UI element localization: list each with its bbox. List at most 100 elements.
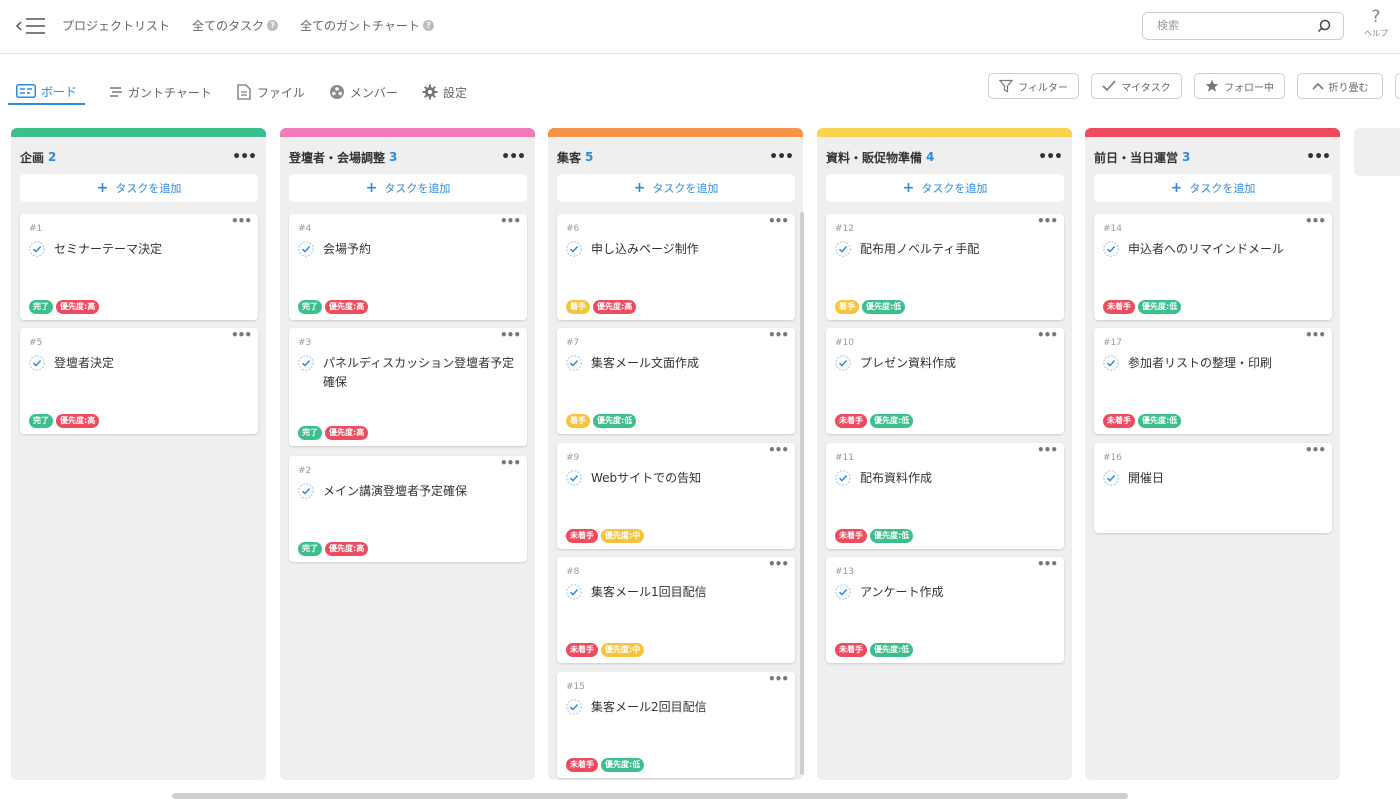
task-check-icon[interactable] <box>835 584 851 600</box>
add-task-button[interactable]: + タスクを追加 <box>1094 174 1332 202</box>
tab-board[interactable]: ボード <box>8 79 86 105</box>
more-tools-button[interactable] <box>1395 73 1400 99</box>
filter-button[interactable]: フィルター <box>988 73 1079 99</box>
my-tasks-button[interactable]: マイタスク <box>1091 73 1182 99</box>
card-more-icon[interactable]: ••• <box>500 456 521 470</box>
task-check-icon[interactable] <box>835 241 851 257</box>
card-more-icon[interactable]: ••• <box>1305 328 1326 342</box>
task-check-icon[interactable] <box>29 241 45 257</box>
task-card[interactable]: ••• #4 会場予約 完了 優先度:高 <box>289 214 527 320</box>
collapse-button[interactable]: 折り畳む <box>1297 73 1383 99</box>
card-more-icon[interactable]: ••• <box>500 328 521 342</box>
column-scrollbar[interactable] <box>800 212 804 775</box>
help-button[interactable]: ? ヘルプ <box>1362 8 1390 39</box>
task-card[interactable]: ••• #15 集客メール2回目配信 未着手 優先度:低 <box>557 672 795 778</box>
card-more-icon[interactable]: ••• <box>1037 557 1058 571</box>
task-card[interactable]: ••• #8 集客メール1回目配信 未着手 優先度:中 <box>557 557 795 663</box>
add-task-button[interactable]: + タスクを追加 <box>557 174 795 202</box>
add-column-area[interactable] <box>1354 128 1400 176</box>
column-title[interactable]: 前日・当日運営 <box>1094 149 1178 166</box>
card-more-icon[interactable]: ••• <box>768 557 789 571</box>
card-more-icon[interactable]: ••• <box>1305 214 1326 228</box>
column-more-icon[interactable]: ••• <box>1306 149 1331 165</box>
task-card[interactable]: ••• #2 メイン講演登壇者予定確保 完了 優先度:高 <box>289 456 527 562</box>
plus-icon: + <box>365 180 378 196</box>
task-card[interactable]: ••• #10 プレゼン資料作成 未着手 優先度:低 <box>826 328 1064 434</box>
search-input[interactable] <box>1157 19 1307 32</box>
task-card[interactable]: ••• #1 セミナーテーマ決定 完了 優先度:高 <box>20 214 258 320</box>
task-check-icon[interactable] <box>29 355 45 371</box>
priority-badge: 優先度:高 <box>56 414 100 428</box>
task-check-icon[interactable] <box>1103 355 1119 371</box>
task-check-icon[interactable] <box>566 241 582 257</box>
add-task-button[interactable]: + タスクを追加 <box>289 174 527 202</box>
column-title[interactable]: 集客 <box>557 149 581 166</box>
search-box[interactable] <box>1142 12 1344 40</box>
task-check-icon[interactable] <box>566 470 582 486</box>
add-task-button[interactable]: + タスクを追加 <box>20 174 258 202</box>
task-check-icon[interactable] <box>298 241 314 257</box>
card-more-icon[interactable]: ••• <box>1037 214 1058 228</box>
column-title[interactable]: 登壇者・会場調整 <box>289 149 385 166</box>
task-card[interactable]: ••• #7 集客メール文面作成 着手 優先度:低 <box>557 328 795 434</box>
task-card[interactable]: ••• #6 申し込みページ制作 着手 優先度:高 <box>557 214 795 320</box>
card-more-icon[interactable]: ••• <box>231 214 252 228</box>
task-check-icon[interactable] <box>1103 470 1119 486</box>
task-number: #6 <box>566 224 580 234</box>
task-title: 申込者へのリマインドメール <box>1128 242 1285 256</box>
column-more-icon[interactable]: ••• <box>501 149 526 165</box>
column-title[interactable]: 資料・販促物準備 <box>826 149 922 166</box>
tab-settings[interactable]: 設定 <box>422 79 467 105</box>
following-button[interactable]: フォロー中 <box>1194 73 1285 99</box>
column-more-icon[interactable]: ••• <box>232 149 257 165</box>
task-check-icon[interactable] <box>566 699 582 715</box>
card-more-icon[interactable]: ••• <box>500 214 521 228</box>
task-check-icon[interactable] <box>835 355 851 371</box>
question-badge-icon[interactable]: ? <box>267 20 279 31</box>
tab-members[interactable]: メンバー <box>329 79 398 105</box>
task-number: #3 <box>298 338 312 348</box>
card-more-icon[interactable]: ••• <box>768 672 789 686</box>
card-more-icon[interactable]: ••• <box>1037 328 1058 342</box>
task-title: 集客メール1回目配信 <box>591 585 707 599</box>
task-check-icon[interactable] <box>1103 241 1119 257</box>
column-more-icon[interactable]: ••• <box>1038 149 1063 165</box>
task-card[interactable]: ••• #17 参加者リストの整理・印刷 未着手 優先度:低 <box>1094 328 1332 434</box>
task-check-icon[interactable] <box>298 483 314 499</box>
card-more-icon[interactable]: ••• <box>768 328 789 342</box>
status-badge: 未着手 <box>566 529 598 543</box>
card-more-icon[interactable]: ••• <box>1305 443 1326 457</box>
board-horizontal-scrollbar[interactable] <box>172 793 1128 799</box>
task-number: #8 <box>566 567 580 577</box>
task-card[interactable]: ••• #11 配布資料作成 未着手 優先度:低 <box>826 443 1064 549</box>
search-icon[interactable] <box>1317 19 1331 33</box>
tab-gantt[interactable]: ガントチャート <box>109 79 212 105</box>
all-gantt-link[interactable]: 全てのガントチャート ? <box>300 17 434 34</box>
question-badge-icon[interactable]: ? <box>422 20 434 31</box>
project-list-link[interactable]: プロジェクトリスト <box>62 17 170 34</box>
add-task-button[interactable]: + タスクを追加 <box>826 174 1064 202</box>
task-card[interactable]: ••• #9 Webサイトでの告知 未着手 優先度:中 <box>557 443 795 549</box>
card-more-icon[interactable]: ••• <box>768 214 789 228</box>
column-more-icon[interactable]: ••• <box>769 149 794 165</box>
task-card[interactable]: ••• #13 アンケート作成 未着手 優先度:低 <box>826 557 1064 663</box>
tab-files[interactable]: ファイル <box>236 79 305 105</box>
task-check-icon[interactable] <box>298 355 314 371</box>
task-check-icon[interactable] <box>566 584 582 600</box>
task-card[interactable]: ••• #14 申込者へのリマインドメール 未着手 優先度:低 <box>1094 214 1332 320</box>
task-card[interactable]: ••• #16 開催日 <box>1094 443 1332 533</box>
task-number: #14 <box>1103 224 1122 234</box>
task-card[interactable]: ••• #5 登壇者決定 完了 優先度:高 <box>20 328 258 434</box>
status-badge: 未着手 <box>566 643 598 657</box>
plus-icon: + <box>96 180 109 196</box>
card-more-icon[interactable]: ••• <box>231 328 252 342</box>
all-tasks-link[interactable]: 全てのタスク ? <box>192 17 279 34</box>
task-check-icon[interactable] <box>566 355 582 371</box>
task-card[interactable]: ••• #12 配布用ノベルティ手配 着手 優先度:低 <box>826 214 1064 320</box>
task-card[interactable]: ••• #3 パネルディスカッション登壇者予定確保 完了 優先度:高 <box>289 328 527 446</box>
task-check-icon[interactable] <box>835 470 851 486</box>
back-menu-button[interactable] <box>14 14 48 38</box>
column-title[interactable]: 企画 <box>20 149 44 166</box>
card-more-icon[interactable]: ••• <box>768 443 789 457</box>
card-more-icon[interactable]: ••• <box>1037 443 1058 457</box>
